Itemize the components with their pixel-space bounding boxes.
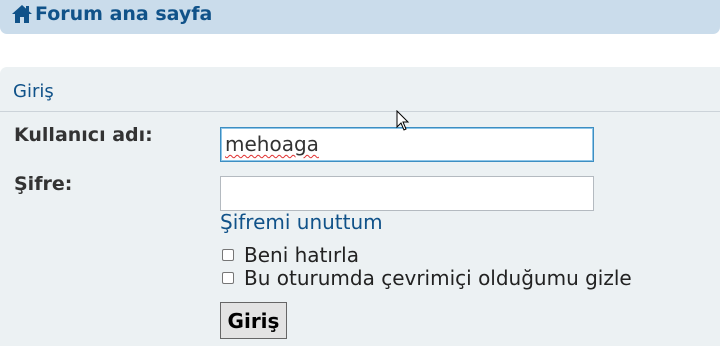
username-label: Kullanıcı adı: xyxy=(14,124,153,146)
remember-me-row: Beni hatırla xyxy=(220,243,359,267)
remember-me-label[interactable]: Beni hatırla xyxy=(244,243,359,267)
password-label: Şifre: xyxy=(14,173,73,195)
home-icon xyxy=(11,4,33,24)
mouse-cursor-icon xyxy=(396,109,410,132)
hide-online-row: Bu oturumda çevrimiçi olduğumu gizle xyxy=(220,266,632,290)
remember-me-checkbox[interactable] xyxy=(222,249,234,261)
hide-online-checkbox[interactable] xyxy=(222,272,234,284)
forum-home-label: Forum ana sayfa xyxy=(35,3,213,25)
forgot-password-link[interactable]: Şifremi unuttum xyxy=(220,210,383,234)
login-submit-button[interactable]: Giriş xyxy=(220,302,287,339)
hide-online-label[interactable]: Bu oturumda çevrimiçi olduğumu gizle xyxy=(244,266,632,290)
username-value: mehoaga xyxy=(225,132,319,156)
username-input[interactable]: mehoaga xyxy=(220,127,594,162)
top-navbar: Forum ana sayfa xyxy=(0,0,720,34)
login-panel-title: Giriş xyxy=(13,81,54,102)
password-input[interactable] xyxy=(220,176,594,211)
panel-divider xyxy=(0,111,720,112)
forum-home-link[interactable]: Forum ana sayfa xyxy=(11,3,212,25)
